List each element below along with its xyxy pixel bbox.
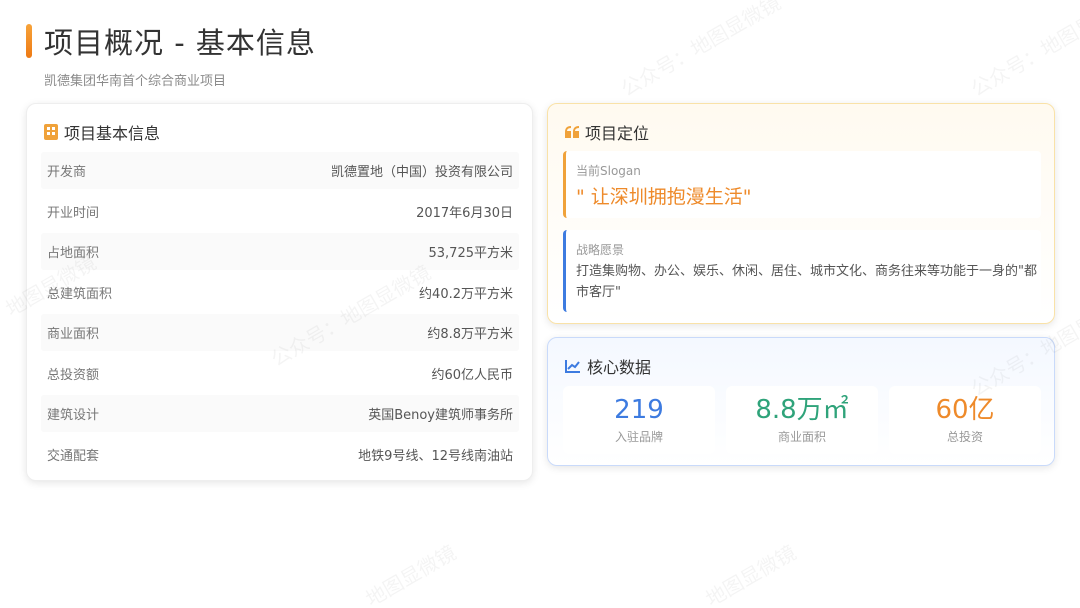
watermark: 公众号：地图显微镜 [615,0,785,102]
info-row-value: 约60亿人民币 [431,367,513,383]
core-data-card: 核心数据 219 入驻品牌 8.8万㎡ 商业面积 60亿 总投资 [547,337,1055,466]
stat-label: 总投资 [946,430,983,444]
info-row-key: 商业面积 [47,327,100,342]
stat-value: 60亿 [935,395,995,425]
info-row-key: 开发商 [47,165,87,180]
stat-card: 219 入驻品牌 [563,386,715,454]
info-row-value: 约8.8万平方米 [427,327,513,342]
info-row-value: 约40.2万平方米 [419,286,513,302]
info-row-value: 53,725平方米 [428,246,514,261]
info-table: 开发商 凯德置地（中国）投资有限公司开业时间 2017年6月30日占地面积 53,72… [41,152,519,476]
info-row: 总投资额 约60亿人民币 [41,354,519,392]
quote-icon [565,126,579,138]
info-row-key: 占地面积 [47,246,100,261]
info-row-value: 地铁9号线、12号线南油站 [358,448,513,464]
info-row: 交通配套 地铁9号线、12号线南油站 [41,435,519,473]
info-row-value: 凯德置地（中国）投资有限公司 [330,165,513,180]
stat-label: 入驻品牌 [614,430,663,444]
slogan-label: 当前Slogan [576,164,641,178]
info-row-key: 建筑设计 [47,408,100,423]
vision-block: 战略愿景 打造集购物、办公、娱乐、休闲、居住、城市文化、商务往来等功能于一身的"… [563,230,1041,312]
info-row-key: 交通配套 [47,448,100,464]
watermark: 地图显微镜 [359,537,460,608]
title-accent-bar [26,24,32,58]
vision-text: 打造集购物、办公、娱乐、休闲、居住、城市文化、商务往来等功能于一身的"都市客厅" [576,264,1037,300]
info-row-value: 英国Benoy建筑师事务所 [368,408,513,423]
chart-line-icon [565,360,580,373]
watermark: 公众号：地图显微镜 [965,0,1080,102]
info-row-value: 2017年6月30日 [416,205,513,221]
building-icon [44,124,58,140]
info-row: 开业时间 2017年6月30日 [41,192,519,230]
info-row: 开发商 凯德置地（中国）投资有限公司 [41,152,519,189]
vision-label: 战略愿景 [576,243,625,257]
info-row-key: 开业时间 [47,205,100,221]
info-row: 商业面积 约8.8万平方米 [41,314,519,351]
info-row: 总建筑面积 约40.2万平方米 [41,273,519,311]
positioning-header: 项目定位 [565,120,649,144]
info-row: 建筑设计 英国Benoy建筑师事务所 [41,395,519,432]
info-row: 占地面积 53,725平方米 [41,233,519,270]
watermark: 地图显微镜 [699,537,800,608]
core-data-title: 核心数据 [587,358,652,377]
stat-label: 商业面积 [777,430,826,444]
basic-info-header: 项目基本信息 [44,120,160,144]
basic-info-card: 项目基本信息 开发商 凯德置地（中国）投资有限公司开业时间 2017年6月30日占地… [26,103,533,481]
basic-info-title: 项目基本信息 [64,124,161,143]
stat-card: 8.8万㎡商业面积 [726,386,878,454]
stat-card: 60亿总投资 [889,386,1041,454]
stat-value: 219 [614,395,664,425]
slogan-block: 当前Slogan " 让深圳拥抱漫生活" [563,151,1041,218]
slogan-text: " 让深圳拥抱漫生活" [576,186,752,208]
positioning-title: 项目定位 [585,124,650,143]
stats-row: 219 入驻品牌 8.8万㎡ 商业面积 60亿 总投资 [563,386,1041,454]
positioning-card: 项目定位 当前Slogan " 让深圳拥抱漫生活" 战略愿景 打造集购物、办公、… [547,103,1055,324]
page-subtitle: 凯德集团华南首个综合商业项目 [44,74,227,89]
core-data-header: 核心数据 [565,354,651,378]
info-row-key: 总建筑面积 [47,286,113,302]
page-title: 项目概况 - 基本信息 [44,26,316,60]
stat-value: 8.8万㎡ [755,395,849,425]
info-row-key: 总投资额 [47,367,100,383]
